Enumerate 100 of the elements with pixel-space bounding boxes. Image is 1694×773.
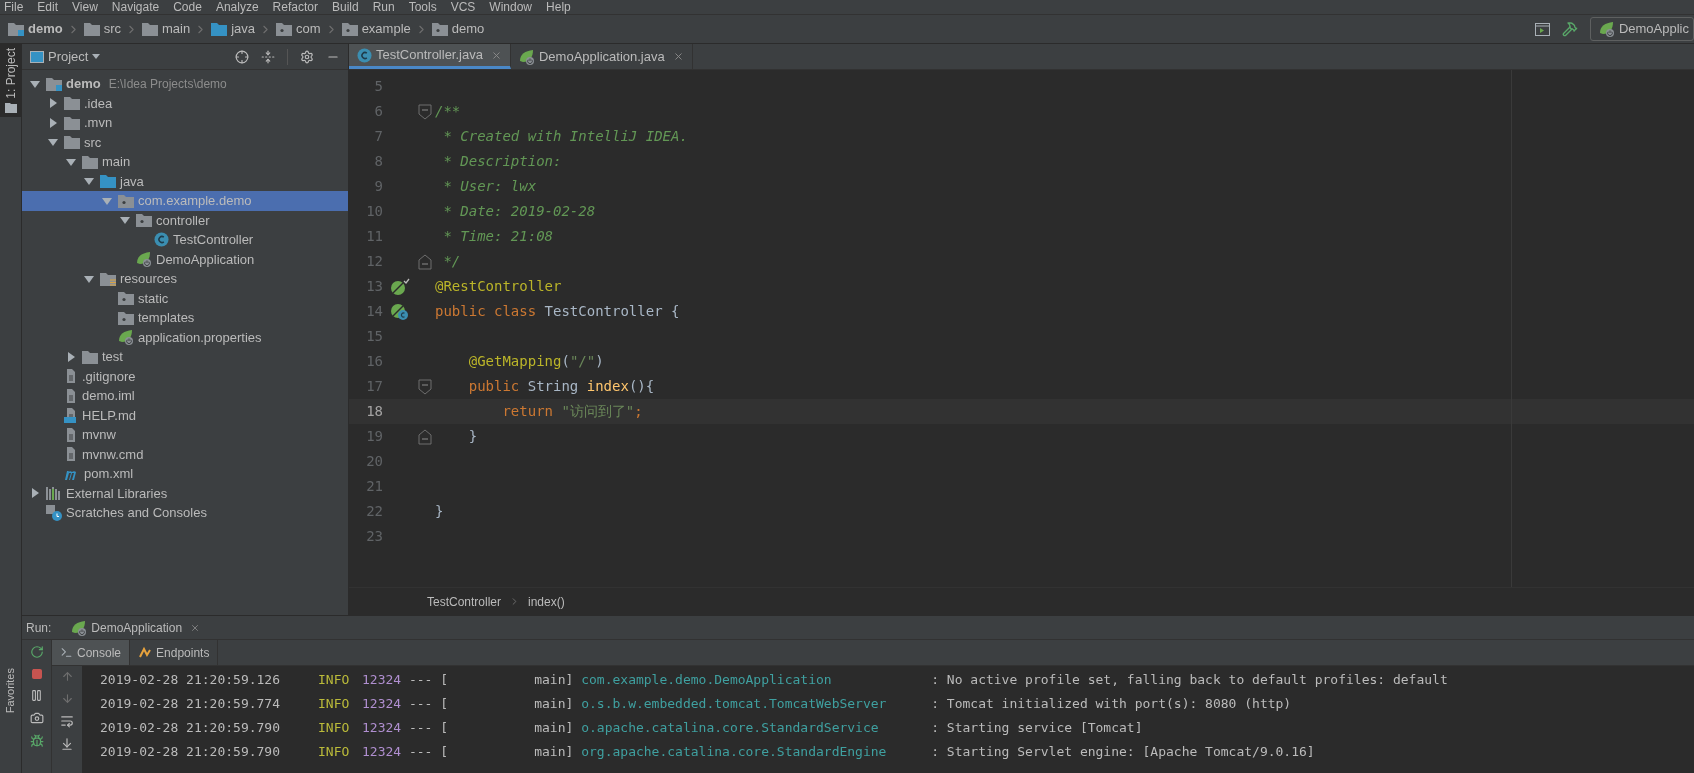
folder-icon xyxy=(136,213,152,228)
settings-icon[interactable] xyxy=(300,49,314,64)
camera-icon[interactable] xyxy=(29,711,44,725)
breadcrumb-item[interactable]: main xyxy=(142,19,191,39)
tree-item[interactable]: application.properties xyxy=(22,327,348,347)
expanded-arrow-icon[interactable] xyxy=(120,215,130,226)
scroll-to-end-icon[interactable] xyxy=(60,737,74,751)
expanded-arrow-icon[interactable] xyxy=(66,156,76,167)
menu-item[interactable]: File xyxy=(4,1,24,14)
tree-item[interactable]: java xyxy=(22,171,348,191)
tree-item[interactable]: .gitignore xyxy=(22,366,348,386)
spring-app-icon xyxy=(71,619,88,636)
editor-tab[interactable]: TestController.java xyxy=(349,44,511,69)
tree-item[interactable]: External Libraries xyxy=(22,483,348,503)
rerun-icon[interactable] xyxy=(29,645,44,659)
folder-icon xyxy=(211,22,228,36)
breadcrumb-item[interactable]: index() xyxy=(528,592,565,611)
tree-item[interactable]: mvnw.cmd xyxy=(22,444,348,464)
tree-item[interactable]: mvnw xyxy=(22,425,348,445)
fold-marker-icon[interactable] xyxy=(418,378,432,395)
folder-icon xyxy=(64,135,80,150)
tree-item[interactable]: TestController xyxy=(22,230,348,250)
menu-item[interactable]: Refactor xyxy=(272,1,318,14)
menu-item[interactable]: Help xyxy=(546,1,571,14)
breadcrumb-item[interactable]: src xyxy=(83,19,121,39)
project-view-selector[interactable]: Project xyxy=(48,46,101,67)
breadcrumb-item[interactable]: TestController xyxy=(427,592,502,611)
menu-item[interactable]: Edit xyxy=(37,1,59,14)
pause-icon[interactable] xyxy=(30,689,43,702)
tree-item[interactable]: resources xyxy=(22,269,348,289)
project-side-tab[interactable]: 1: Project xyxy=(0,44,21,117)
menu-item[interactable]: Code xyxy=(173,1,202,14)
folder-icon xyxy=(100,174,116,189)
project-view-icon xyxy=(30,50,44,63)
tree-item[interactable]: main xyxy=(22,152,348,172)
collapse-all-icon[interactable] xyxy=(261,49,275,64)
tree-item[interactable]: HELP.md xyxy=(22,405,348,425)
menu-item[interactable]: VCS xyxy=(450,1,476,14)
line-number: 12 xyxy=(365,252,383,271)
fold-marker-icon[interactable] xyxy=(418,103,432,120)
endpoints-icon xyxy=(138,646,153,659)
bean-class-gutter-icon[interactable] xyxy=(390,302,410,321)
tree-item[interactable]: Scratches and Consoles xyxy=(22,503,348,523)
expanded-arrow-icon[interactable] xyxy=(48,137,58,148)
code-line: * Created with IntelliJ IDEA. xyxy=(442,127,688,146)
tree-item[interactable]: DemoApplication xyxy=(22,249,348,269)
expanded-arrow-icon[interactable] xyxy=(84,176,94,187)
menu-item[interactable]: View xyxy=(72,1,98,14)
tree-item[interactable]: .mvn xyxy=(22,113,348,133)
menu-item[interactable]: Build xyxy=(331,1,359,14)
terminal-icon[interactable] xyxy=(1534,22,1550,36)
tree-item[interactable]: demo E:\Idea Projects\demo xyxy=(22,74,348,94)
tree-item[interactable]: static xyxy=(22,288,348,308)
collapsed-arrow-icon[interactable] xyxy=(66,351,76,362)
expanded-arrow-icon[interactable] xyxy=(84,273,94,284)
tree-item[interactable]: pom.xml xyxy=(22,464,348,484)
menu-item[interactable]: Window xyxy=(489,1,533,14)
build-hammer-icon[interactable] xyxy=(1561,21,1578,37)
menu-item[interactable]: Tools xyxy=(408,1,437,14)
console-line: 2019-02-28 21:20:59.790 INFO 12324 --- [ main] org.apache.catalina.core.StandardEngine : Starting Servlet engine: [Apache Tomcat/9.0.16] xyxy=(100,743,1316,762)
bug-icon[interactable] xyxy=(29,734,44,748)
fold-marker-icon[interactable] xyxy=(418,428,432,445)
breadcrumb-item[interactable]: demo xyxy=(8,19,63,39)
console-line: 2019-02-28 21:20:59.790 INFO 12324 --- [ main] o.apache.catalina.core.StandardService : Starting service [Tomcat] xyxy=(100,719,1144,738)
locate-icon[interactable] xyxy=(235,49,249,64)
close-icon[interactable] xyxy=(190,622,201,633)
run-configuration-button[interactable]: DemoApplic xyxy=(1589,17,1694,41)
console-icon xyxy=(60,646,73,659)
line-number: 8 xyxy=(373,152,383,171)
menu-item[interactable]: Analyze xyxy=(215,1,259,14)
tree-item[interactable]: .idea xyxy=(22,93,348,113)
tree-item[interactable]: test xyxy=(22,347,348,367)
editor-tab[interactable]: DemoApplication.java xyxy=(510,44,693,69)
favorites-side-tab[interactable]: Favorites xyxy=(2,667,19,713)
breadcrumb-item[interactable]: example xyxy=(341,19,411,39)
expanded-arrow-icon[interactable] xyxy=(30,78,40,89)
tree-item[interactable]: demo.iml xyxy=(22,386,348,406)
tree-item[interactable]: controller xyxy=(22,210,348,230)
breadcrumb-item[interactable]: com xyxy=(276,19,321,39)
tree-item[interactable]: src xyxy=(22,132,348,152)
collapsed-arrow-icon[interactable] xyxy=(48,117,58,128)
library-icon xyxy=(46,486,62,501)
breadcrumb-item[interactable]: java xyxy=(211,19,256,39)
bean-gutter-icon[interactable] xyxy=(390,277,410,296)
menu-item[interactable]: Run xyxy=(372,1,395,14)
menu-item[interactable]: Navigate xyxy=(111,1,160,14)
folder-icon xyxy=(82,154,98,169)
fold-marker-icon[interactable] xyxy=(418,253,432,270)
line-number: 11 xyxy=(365,227,383,246)
code-line: * Date: 2019-02-28 xyxy=(442,202,596,221)
breadcrumb-item[interactable]: demo xyxy=(431,19,485,39)
collapsed-arrow-icon[interactable] xyxy=(30,488,40,499)
close-icon[interactable] xyxy=(672,51,684,62)
tree-item[interactable]: templates xyxy=(22,308,348,328)
collapsed-arrow-icon[interactable] xyxy=(48,98,58,109)
folder-icon xyxy=(142,22,158,36)
stop-icon[interactable] xyxy=(30,668,43,680)
console-tab[interactable]: Console xyxy=(52,640,131,665)
soft-wrap-icon[interactable] xyxy=(60,714,74,728)
console-tab[interactable]: Endpoints xyxy=(130,640,219,665)
